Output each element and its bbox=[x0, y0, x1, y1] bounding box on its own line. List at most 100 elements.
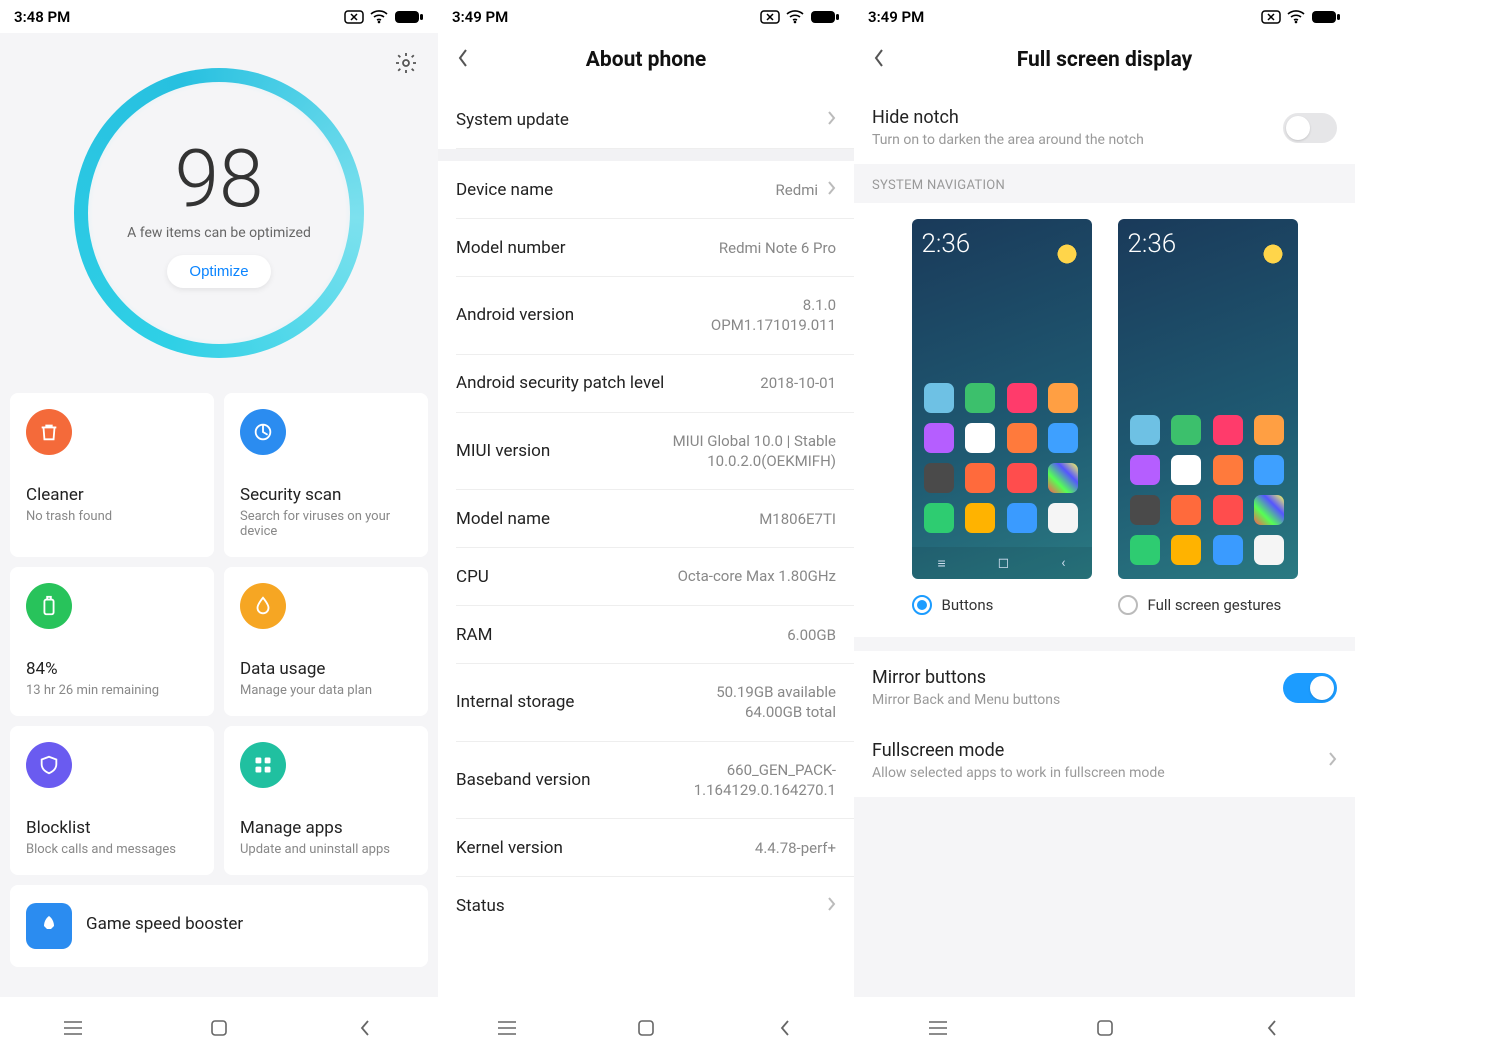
blocklist-tile[interactable]: Blocklist Block calls and messages bbox=[10, 726, 214, 875]
buttons-radio[interactable] bbox=[912, 595, 932, 615]
system-update-row[interactable]: System update bbox=[456, 91, 854, 149]
battery-icon bbox=[394, 10, 424, 24]
wifi-icon bbox=[1287, 10, 1305, 24]
security-app-screen: 3:48 PM 98 A few items can be optimized … bbox=[0, 0, 438, 1059]
model-number-row[interactable]: Model number Redmi Note 6 Pro bbox=[456, 219, 854, 277]
fullscreen-display-screen: 3:49 PM Full screen display Hide notch T… bbox=[854, 0, 1355, 1059]
back-button[interactable] bbox=[335, 1018, 395, 1038]
tile-title: Manage apps bbox=[240, 818, 412, 838]
row-value: Octa-core Max 1.80GHz bbox=[678, 566, 836, 586]
recents-button[interactable] bbox=[908, 1019, 968, 1037]
status-bar: 3:48 PM bbox=[0, 0, 438, 33]
data-usage-tile[interactable]: Data usage Manage your data plan bbox=[224, 567, 428, 716]
recents-button[interactable] bbox=[477, 1019, 537, 1037]
status-icons bbox=[760, 10, 840, 24]
gestures-option[interactable]: 2:36 Full screen gestures bbox=[1118, 219, 1298, 615]
optimize-button[interactable]: Optimize bbox=[167, 255, 270, 288]
miui-version-row[interactable]: MIUI version MIUI Global 10.0 | Stable 1… bbox=[456, 413, 854, 491]
model-name-row[interactable]: Model name M1806E7TI bbox=[456, 490, 854, 548]
gestures-preview-image: 2:36 bbox=[1118, 219, 1298, 579]
score-subtitle: A few items can be optimized bbox=[127, 225, 311, 241]
hide-notch-row[interactable]: Hide notch Turn on to darken the area ar… bbox=[854, 91, 1355, 164]
row-value: Redmi Note 6 Pro bbox=[719, 239, 836, 257]
radio-label: Buttons bbox=[942, 596, 994, 614]
tile-sub: Manage your data plan bbox=[240, 683, 412, 698]
status-row[interactable]: Status bbox=[456, 877, 854, 935]
mirror-buttons-toggle[interactable] bbox=[1283, 673, 1337, 703]
ram-row[interactable]: RAM 6.00GB bbox=[456, 606, 854, 664]
close-rect-icon bbox=[344, 10, 364, 24]
back-button[interactable] bbox=[1242, 1018, 1302, 1038]
sun-icon bbox=[1262, 243, 1284, 265]
settings-button[interactable] bbox=[394, 51, 418, 79]
game-speed-tile[interactable]: Game speed booster bbox=[10, 885, 428, 967]
droplet-icon bbox=[240, 583, 286, 629]
section-gap bbox=[438, 149, 854, 161]
row-label: Baseband version bbox=[456, 770, 591, 790]
row-value: MIUI Global 10.0 | Stable 10.0.2.0(OEKMI… bbox=[673, 431, 836, 472]
battery-tile[interactable]: 84% 13 hr 26 min remaining bbox=[10, 567, 214, 716]
gear-icon bbox=[394, 51, 418, 75]
home-button[interactable] bbox=[1075, 1019, 1135, 1037]
device-name-row[interactable]: Device name Redmi bbox=[456, 161, 854, 219]
row-label: Model name bbox=[456, 509, 550, 529]
menu-icon bbox=[927, 1019, 949, 1037]
wifi-icon bbox=[370, 10, 388, 24]
square-icon bbox=[637, 1019, 655, 1037]
kernel-row[interactable]: Kernel version 4.4.78-perf+ bbox=[456, 819, 854, 877]
home-button[interactable] bbox=[189, 1019, 249, 1037]
home-button[interactable] bbox=[616, 1019, 676, 1037]
chevron-right-icon bbox=[826, 896, 836, 916]
nav-bar bbox=[438, 997, 854, 1059]
cpu-row[interactable]: CPU Octa-core Max 1.80GHz bbox=[456, 548, 854, 606]
tile-sub: Update and uninstall apps bbox=[240, 842, 412, 857]
android-version-row[interactable]: Android version 8.1.0 OPM1.171019.011 bbox=[456, 277, 854, 355]
close-rect-icon bbox=[760, 10, 780, 24]
row-label: Model number bbox=[456, 238, 565, 258]
chevron-left-icon bbox=[1265, 1018, 1279, 1038]
buttons-option[interactable]: 2:36 ≡◻‹ Buttons bbox=[912, 219, 1092, 615]
row-label: Android security patch level bbox=[456, 373, 664, 393]
cleaner-tile[interactable]: Cleaner No trash found bbox=[10, 393, 214, 557]
row-title: Mirror buttons bbox=[872, 667, 1273, 688]
page-title: About phone bbox=[456, 48, 836, 72]
baseband-row[interactable]: Baseband version 660_GEN_PACK-1.164129.0… bbox=[456, 742, 854, 820]
recents-button[interactable] bbox=[43, 1019, 103, 1037]
storage-row[interactable]: Internal storage 50.19GB available 64.00… bbox=[456, 664, 854, 742]
nav-bar bbox=[854, 997, 1355, 1059]
row-label: Internal storage bbox=[456, 692, 574, 712]
status-bar: 3:49 PM bbox=[854, 0, 1355, 33]
tiles-grid: Cleaner No trash found Security scan Sea… bbox=[0, 393, 438, 997]
row-label: Kernel version bbox=[456, 838, 563, 858]
close-rect-icon bbox=[1261, 10, 1281, 24]
battery-icon bbox=[1311, 10, 1341, 24]
about-content: About phone System update Device name Re… bbox=[438, 33, 854, 997]
row-value: 2018-10-01 bbox=[760, 374, 836, 392]
tile-title: 84% bbox=[26, 659, 198, 679]
row-value: 4.4.78-perf+ bbox=[755, 839, 836, 857]
manage-apps-tile[interactable]: Manage apps Update and uninstall apps bbox=[224, 726, 428, 875]
square-icon bbox=[210, 1019, 228, 1037]
tile-sub: Block calls and messages bbox=[26, 842, 198, 857]
security-scan-tile[interactable]: Security scan Search for viruses on your… bbox=[224, 393, 428, 557]
fullscreen-content: Full screen display Hide notch Turn on t… bbox=[854, 33, 1355, 997]
security-content: 98 A few items can be optimized Optimize… bbox=[0, 33, 438, 997]
menu-icon bbox=[62, 1019, 84, 1037]
tile-title: Blocklist bbox=[26, 818, 198, 838]
gestures-radio[interactable] bbox=[1118, 595, 1138, 615]
mirror-buttons-row[interactable]: Mirror buttons Mirror Back and Menu butt… bbox=[854, 651, 1355, 724]
wifi-icon bbox=[786, 10, 804, 24]
fullscreen-mode-row[interactable]: Fullscreen mode Allow selected apps to w… bbox=[854, 724, 1355, 797]
radio-label: Full screen gestures bbox=[1148, 596, 1282, 614]
hide-notch-toggle[interactable] bbox=[1283, 113, 1337, 143]
status-icons bbox=[344, 10, 424, 24]
header: Full screen display bbox=[854, 33, 1355, 91]
row-title: Fullscreen mode bbox=[872, 740, 1309, 761]
header: About phone bbox=[438, 33, 854, 91]
security-patch-row[interactable]: Android security patch level 2018-10-01 bbox=[456, 355, 854, 413]
back-button[interactable] bbox=[755, 1018, 815, 1038]
score-value: 98 bbox=[127, 139, 311, 219]
row-value: M1806E7TI bbox=[759, 510, 836, 528]
row-sub: Mirror Back and Menu buttons bbox=[872, 692, 1273, 708]
tile-title: Security scan bbox=[240, 485, 412, 505]
